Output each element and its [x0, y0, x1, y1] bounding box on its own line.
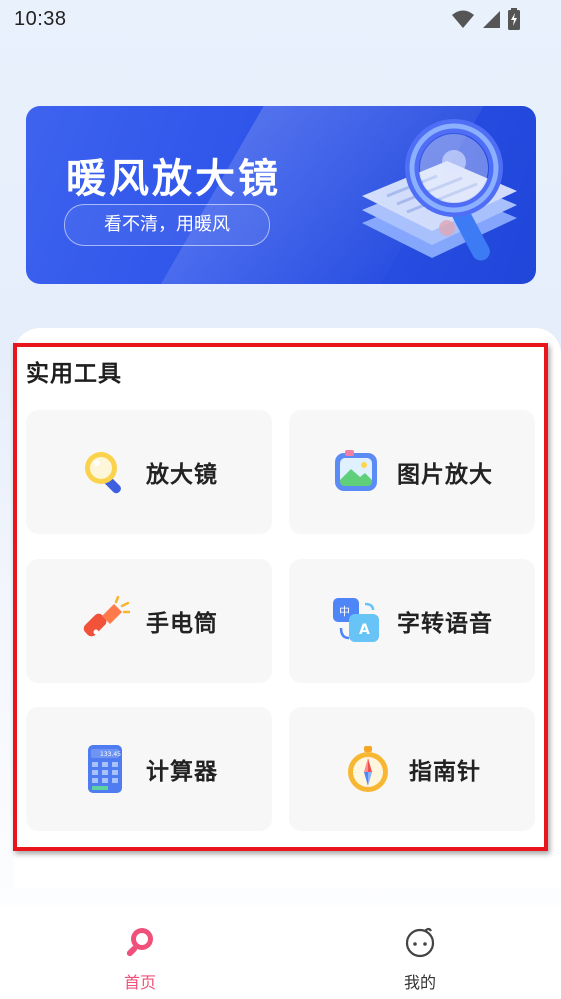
status-time: 10:38	[14, 8, 67, 30]
nav-label-home: 首页	[123, 973, 156, 992]
svg-text:中: 中	[339, 605, 350, 618]
tool-tile-magnifier[interactable]: 放大镜	[26, 410, 272, 534]
tool-label: 字转语音	[397, 611, 493, 637]
nav-label-profile: 我的	[403, 973, 436, 992]
wifi-icon	[451, 9, 475, 33]
image-icon	[331, 447, 381, 497]
compass-icon	[343, 744, 393, 794]
banner-slogan: 看不清，用暖风	[64, 204, 270, 246]
section-title: 实用工具	[26, 361, 122, 387]
hero-banner[interactable]: 暖风放大镜 看不清，用暖风	[26, 106, 536, 284]
nav-item-home[interactable]: 首页	[80, 925, 200, 993]
tool-label: 指南针	[409, 759, 481, 785]
magnifier-illustration-icon	[342, 118, 522, 278]
svg-text:A: A	[359, 622, 370, 638]
tool-label: 放大镜	[146, 462, 218, 488]
tool-label: 手电筒	[146, 611, 218, 637]
text-to-speech-icon: 中 A	[331, 596, 381, 646]
tool-tile-flashlight[interactable]: 手电筒	[26, 559, 272, 683]
status-icons	[451, 8, 521, 34]
banner-title: 暖风放大镜	[66, 156, 281, 202]
profile-face-icon	[403, 925, 437, 963]
tool-tile-compass[interactable]: 指南针	[289, 707, 535, 831]
calculator-display: 133.45	[100, 751, 121, 758]
nav-item-profile[interactable]: 我的	[360, 925, 480, 993]
magnifier-icon	[80, 447, 130, 497]
tool-label: 图片放大	[397, 462, 493, 488]
signal-icon	[481, 9, 501, 33]
home-magnifier-icon	[123, 925, 157, 963]
status-bar: 10:38	[0, 0, 561, 40]
calculator-icon: 133.45	[80, 744, 130, 794]
flashlight-icon	[80, 596, 130, 646]
tool-tile-text-to-speech[interactable]: 中 A 字转语音	[289, 559, 535, 683]
tool-label: 计算器	[146, 759, 218, 785]
tool-tile-image-zoom[interactable]: 图片放大	[289, 410, 535, 534]
tool-tile-calculator[interactable]: 133.45 计算器	[26, 707, 272, 831]
battery-charging-icon	[507, 8, 521, 34]
bottom-nav: 首页 我的	[0, 905, 561, 999]
